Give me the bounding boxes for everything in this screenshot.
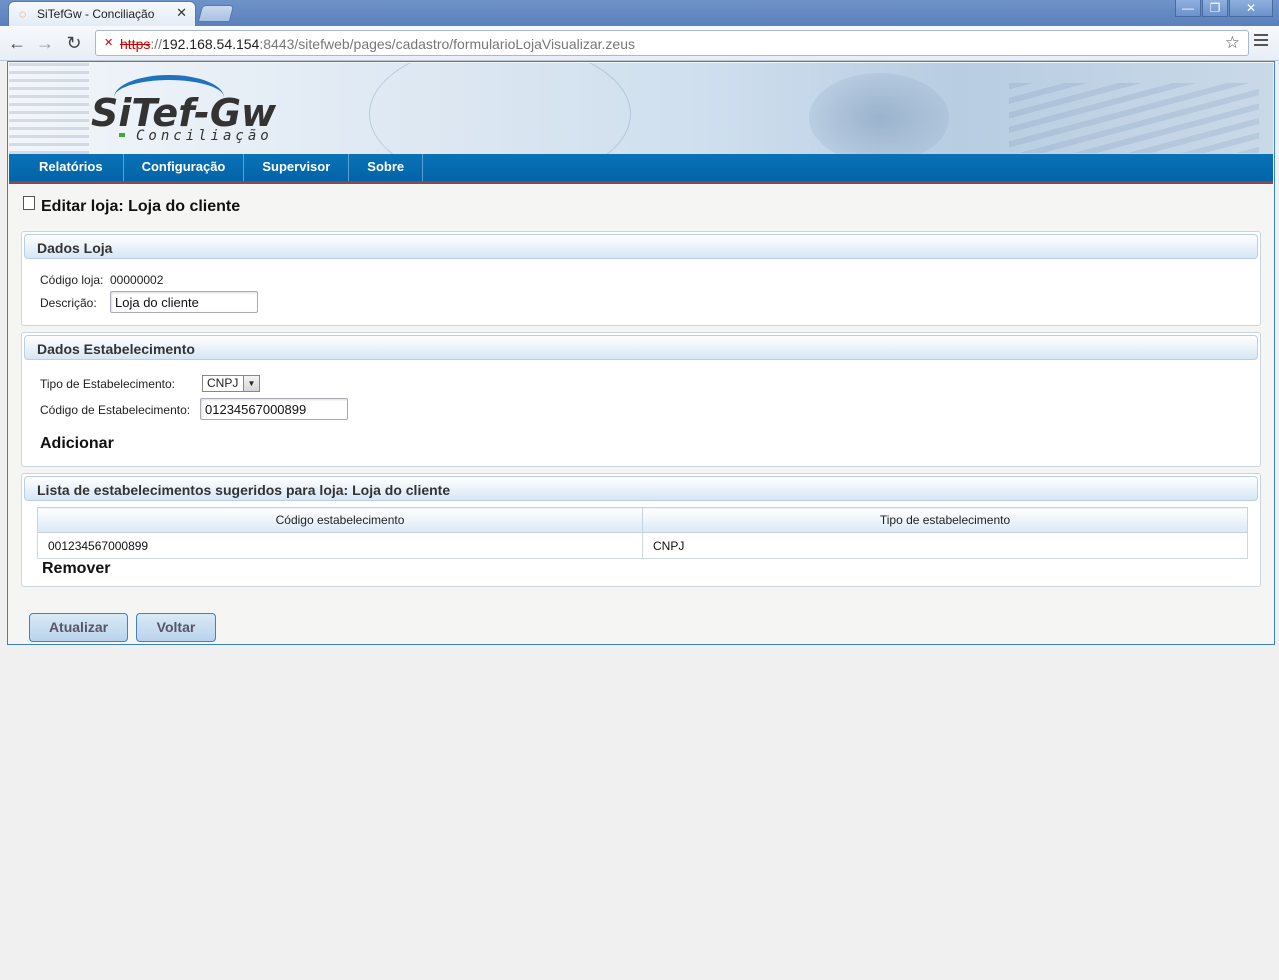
url-text: https://192.168.54.154:8443/sitefweb/pag… xyxy=(120,36,635,52)
table-header-row: Código estabelecimento Tipo de estabelec… xyxy=(37,507,1248,533)
panel-header: Dados Loja xyxy=(24,234,1258,259)
menu-item-configuracao[interactable]: Configuração xyxy=(124,154,245,181)
panel-header: Lista de estabelecimentos sugeridos para… xyxy=(24,476,1258,501)
browser-toolbar: ← → ↻ ✕ https://192.168.54.154:8443/site… xyxy=(0,26,1279,61)
descricao-label: Descrição: xyxy=(40,296,97,310)
window-controls: — ❐ ✕ xyxy=(1174,0,1273,18)
page-content: SiTef-Gw Conciliação Relatórios Configur… xyxy=(7,61,1275,645)
tab-title: SiTefGw - Conciliação xyxy=(37,7,155,21)
back-icon[interactable]: ← xyxy=(6,32,28,54)
menu-item-sobre[interactable]: Sobre xyxy=(349,154,424,181)
codigo-estabelecimento-label: Código de Estabelecimento: xyxy=(40,403,191,417)
logo-subtitle: Conciliação xyxy=(136,128,273,144)
header-banner: SiTef-Gw Conciliação xyxy=(9,63,1273,154)
page-title: Editar loja: Loja do cliente xyxy=(23,196,240,216)
edit-document-icon xyxy=(23,196,35,210)
forward-icon[interactable]: → xyxy=(34,32,56,54)
panel-dados-loja: Dados Loja Código loja: 00000002 Descriç… xyxy=(21,231,1261,326)
remover-link[interactable]: Remover xyxy=(42,560,110,578)
panel-lista-estabelecimentos: Lista de estabelecimentos sugeridos para… xyxy=(21,473,1261,587)
loading-favicon-icon: ◌ xyxy=(19,7,27,21)
chevron-down-icon: ▼ xyxy=(243,376,259,391)
tipo-estabelecimento-label: Tipo de Estabelecimento: xyxy=(40,377,175,391)
new-tab-button[interactable] xyxy=(197,5,235,22)
panel-dados-estabelecimento: Dados Estabelecimento Tipo de Estabeleci… xyxy=(21,332,1261,467)
tab-close-icon[interactable]: ✕ xyxy=(176,6,187,20)
browser-tab[interactable]: ◌ SiTefGw - Conciliação ✕ xyxy=(8,1,196,26)
menu-icon[interactable] xyxy=(1254,34,1268,50)
atualizar-button[interactable]: Atualizar xyxy=(29,613,128,642)
table-row[interactable]: 001234567000899 CNPJ xyxy=(37,532,1248,559)
codigo-estabelecimento-input[interactable] xyxy=(200,398,348,420)
browser-titlebar: ◌ SiTefGw - Conciliação ✕ — ❐ ✕ xyxy=(0,0,1279,26)
address-bar[interactable]: ✕ https://192.168.54.154:8443/sitefweb/p… xyxy=(95,30,1249,56)
cell-codigo: 001234567000899 xyxy=(37,532,643,559)
main-menu: Relatórios Configuração Supervisor Sobre xyxy=(9,154,1273,184)
voltar-button[interactable]: Voltar xyxy=(136,613,216,642)
reload-icon[interactable]: ↻ xyxy=(63,32,85,54)
panel-header: Dados Estabelecimento xyxy=(24,335,1258,360)
adicionar-link[interactable]: Adicionar xyxy=(40,435,114,453)
codigo-loja-label: Código loja: xyxy=(40,273,104,287)
estabelecimentos-table: Código estabelecimento Tipo de estabelec… xyxy=(37,507,1248,559)
maximize-button[interactable]: ❐ xyxy=(1202,0,1228,17)
tipo-estabelecimento-select[interactable]: CNPJ ▼ xyxy=(202,375,260,392)
codigo-loja-value: 00000002 xyxy=(110,273,164,287)
star-icon[interactable]: ☆ xyxy=(1225,33,1240,53)
menu-item-relatorios[interactable]: Relatórios xyxy=(9,154,124,181)
descricao-input[interactable] xyxy=(110,291,258,313)
insecure-lock-icon: ✕ xyxy=(104,37,114,49)
close-window-button[interactable]: ✕ xyxy=(1229,0,1273,17)
cell-tipo: CNPJ xyxy=(642,532,1248,559)
column-header-tipo[interactable]: Tipo de estabelecimento xyxy=(642,507,1248,533)
minimize-button[interactable]: — xyxy=(1175,0,1201,17)
column-header-codigo[interactable]: Código estabelecimento xyxy=(37,507,643,533)
menu-item-supervisor[interactable]: Supervisor xyxy=(244,154,350,181)
